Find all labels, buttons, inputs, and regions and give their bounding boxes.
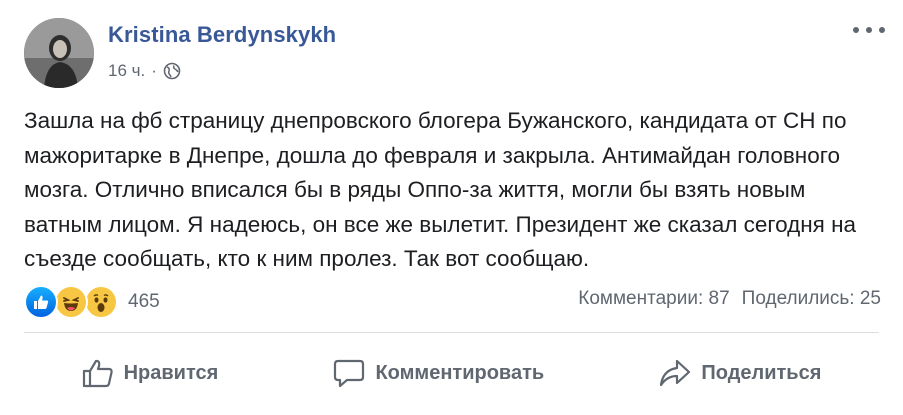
like-button[interactable]: Нравится <box>68 350 233 396</box>
share-arrow-icon <box>660 359 691 387</box>
author-name[interactable]: Kristina Berdynskykh <box>108 22 336 48</box>
more-options-icon[interactable] <box>853 20 885 40</box>
author-avatar[interactable] <box>24 18 94 88</box>
facebook-post: Kristina Berdynskykh 16 ч. · Зашла на фб… <box>0 0 903 415</box>
more-dot <box>853 27 859 33</box>
reaction-count[interactable]: 465 <box>128 291 160 313</box>
comment-button-label: Комментировать <box>375 361 545 384</box>
post-text: Зашла на фб страницу днепровского блогер… <box>24 108 857 271</box>
share-button[interactable]: Поделиться <box>645 350 835 396</box>
like-icon <box>24 285 58 319</box>
shares-count-link[interactable]: Поделились: 25 <box>742 288 881 310</box>
post-timestamp[interactable]: 16 ч. <box>108 61 145 81</box>
wow-icon <box>84 285 118 319</box>
actions-divider <box>24 332 879 333</box>
post-meta: 16 ч. · <box>108 60 181 82</box>
comment-bubble-icon <box>334 359 365 388</box>
thumbs-up-icon <box>82 359 113 388</box>
reactions-summary[interactable]: 465 <box>24 284 160 320</box>
meta-separator: · <box>151 61 157 80</box>
comments-count-link[interactable]: Комментарии: 87 <box>578 288 729 310</box>
post-stats: Комментарии: 87 Поделились: 25 <box>578 288 881 310</box>
more-dot <box>866 27 872 33</box>
more-dot <box>879 27 885 33</box>
share-button-label: Поделиться <box>701 361 822 384</box>
comment-button[interactable]: Комментировать <box>319 350 558 396</box>
avatar-photo <box>24 18 94 88</box>
post-actions-bar: Нравится Комментировать Поделиться <box>24 346 879 400</box>
like-button-label: Нравится <box>123 361 219 384</box>
haha-icon <box>54 285 88 319</box>
globe-icon[interactable] <box>163 62 181 80</box>
